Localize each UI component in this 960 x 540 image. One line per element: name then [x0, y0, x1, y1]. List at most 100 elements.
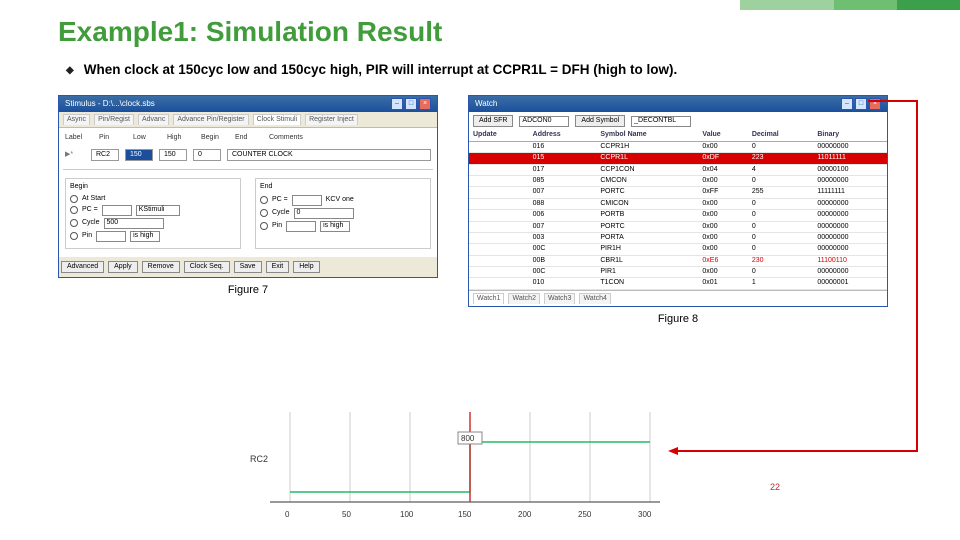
opt-cyc-e: Cycle — [272, 209, 290, 217]
cell-begin[interactable]: 0 — [193, 149, 221, 161]
opt-cyc-b: Cycle — [82, 219, 100, 227]
kst-select-b[interactable]: KStimuli — [136, 205, 180, 216]
callout-line-h1 — [868, 100, 918, 102]
opt-pin-b: Pin — [82, 232, 92, 240]
accent-bar-3 — [897, 0, 960, 10]
btn-remove[interactable]: Remove — [142, 261, 180, 273]
col-symbol[interactable]: Symbol Name — [596, 130, 698, 141]
tab-async[interactable]: Async — [63, 114, 90, 125]
close-icon[interactable]: × — [419, 98, 431, 110]
callout-line-h2 — [678, 450, 918, 452]
col-binary[interactable]: Binary — [813, 130, 887, 141]
opt-pin-e: Pin — [272, 222, 282, 230]
tab-advpin[interactable]: Advance Pin/Register — [173, 114, 248, 125]
maximize-icon[interactable]: □ — [405, 98, 417, 110]
tab-watch3[interactable]: Watch3 — [544, 293, 575, 304]
watch-table: Update Address Symbol Name Value Decimal… — [469, 130, 887, 289]
bullet-text: When clock at 150cyc low and 150cyc high… — [84, 62, 678, 77]
table-row[interactable]: 088CMICON0x00000000000 — [469, 198, 887, 209]
pin-ishigh-b[interactable]: is high — [130, 231, 160, 242]
col-comments: Comments — [269, 134, 303, 142]
radio-atstart[interactable] — [70, 195, 78, 203]
table-row[interactable]: 017CCP1CON0x04400000100 — [469, 164, 887, 175]
table-row[interactable]: 00CPIR10x00000000000 — [469, 267, 887, 278]
svg-text:300: 300 — [638, 510, 652, 519]
tab-pinreg[interactable]: Pin/Regist — [94, 114, 134, 125]
radio-cyc-b[interactable] — [70, 219, 78, 227]
col-pin: Pin — [99, 134, 127, 142]
stimulus-title-text: Stimulus - D:\...\clock.sbs — [65, 99, 391, 109]
table-row[interactable]: 007PORTC0xFF25511111111 — [469, 187, 887, 198]
cyc-input-b[interactable]: 500 — [104, 218, 164, 229]
stimulus-titlebar[interactable]: Stimulus - D:\...\clock.sbs – □ × — [59, 96, 437, 112]
radio-pc-e[interactable] — [260, 196, 268, 204]
cell-pin[interactable]: RC2 — [91, 149, 119, 161]
col-decimal[interactable]: Decimal — [748, 130, 814, 141]
table-row[interactable]: 010T1CON0x01100000001 — [469, 278, 887, 289]
tab-reginj[interactable]: Register Inject — [305, 114, 358, 125]
tab-watch1[interactable]: Watch1 — [473, 293, 504, 304]
minimize-icon-w[interactable]: – — [841, 98, 853, 110]
tab-watch4[interactable]: Watch4 — [579, 293, 610, 304]
symbol-select[interactable]: _DECONTBL — [631, 116, 691, 127]
radio-pin-b[interactable] — [70, 232, 78, 240]
col-update[interactable]: Update — [469, 130, 529, 141]
table-row[interactable]: 00CPIR1H0x00000000000 — [469, 244, 887, 255]
minimize-icon[interactable]: – — [391, 98, 403, 110]
radio-pin-e[interactable] — [260, 222, 268, 230]
waveform-chart: RC2 800 0 50 100 150 200 250 300 — [230, 402, 670, 532]
sfr-select[interactable]: ADCON0 — [519, 116, 569, 127]
svg-text:0: 0 — [285, 510, 290, 519]
tab-watch2[interactable]: Watch2 — [508, 293, 539, 304]
add-sfr-button[interactable]: Add SFR — [473, 115, 513, 127]
table-row[interactable]: 006PORTB0x00000000000 — [469, 210, 887, 221]
tab-adv[interactable]: Advanc — [138, 114, 169, 125]
page-number: 22 — [770, 482, 780, 492]
svg-text:200: 200 — [518, 510, 532, 519]
btn-exit[interactable]: Exit — [266, 261, 290, 273]
pin-ishigh-e[interactable]: is high — [320, 221, 350, 232]
cursor-annot: 800 — [461, 434, 475, 443]
opt-pc-e: PC = — [272, 196, 288, 204]
col-begin: Begin — [201, 134, 229, 142]
btn-advanced[interactable]: Advanced — [61, 261, 104, 273]
col-low: Low — [133, 134, 161, 142]
tab-clockstim[interactable]: Clock Stimuli — [253, 114, 301, 125]
table-row[interactable]: 003PORTA0x00000000000 — [469, 232, 887, 243]
figure8-label: Figure 8 — [468, 313, 888, 325]
stimulus-tabs: Async Pin/Regist Advanc Advance Pin/Regi… — [59, 112, 437, 128]
cell-high[interactable]: 150 — [159, 149, 187, 161]
pc-input-e[interactable] — [292, 195, 322, 206]
add-symbol-button[interactable]: Add Symbol — [575, 115, 625, 127]
table-row[interactable]: 007PORTC0x00000000000 — [469, 221, 887, 232]
table-row[interactable]: 00BCBR1L0xE623011100110 — [469, 255, 887, 266]
btn-clockseq[interactable]: Clock Seq. — [184, 261, 230, 273]
btn-help[interactable]: Help — [293, 261, 319, 273]
col-address[interactable]: Address — [529, 130, 597, 141]
begin-group: Begin At Start PC = KStimuli Cycle500 Pi… — [65, 178, 241, 249]
accent-bar-2 — [834, 0, 897, 10]
col-high: High — [167, 134, 195, 142]
col-value[interactable]: Value — [698, 130, 747, 141]
watch-titlebar[interactable]: Watch – □ × — [469, 96, 887, 112]
table-row[interactable]: 085CMCON0x00000000000 — [469, 175, 887, 186]
pin-sel-e[interactable] — [286, 221, 316, 232]
btn-save[interactable]: Save — [234, 261, 262, 273]
stimulus-window: Stimulus - D:\...\clock.sbs – □ × Async … — [58, 95, 438, 278]
svg-text:250: 250 — [578, 510, 592, 519]
radio-pc-b[interactable] — [70, 206, 78, 214]
table-row[interactable]: 016CCPR1H0x00000000000 — [469, 141, 887, 152]
callout-line-v — [916, 100, 918, 450]
cell-low[interactable]: 150 — [125, 149, 153, 161]
svg-text:100: 100 — [400, 510, 414, 519]
cell-comments[interactable]: COUNTER CLOCK — [227, 149, 431, 161]
table-row[interactable]: 015CCPR1L0xDF22311011111 — [469, 153, 887, 164]
radio-cyc-e[interactable] — [260, 209, 268, 217]
maximize-icon-w[interactable]: □ — [855, 98, 867, 110]
pin-sel-b[interactable] — [96, 231, 126, 242]
end-group: End PC = KCV one Cycle0 Pinis high — [255, 178, 431, 249]
pc-input-b[interactable] — [102, 205, 132, 216]
cyc-input-e[interactable]: 0 — [294, 208, 354, 219]
opt-atstart: At Start — [82, 195, 105, 203]
btn-apply[interactable]: Apply — [108, 261, 138, 273]
